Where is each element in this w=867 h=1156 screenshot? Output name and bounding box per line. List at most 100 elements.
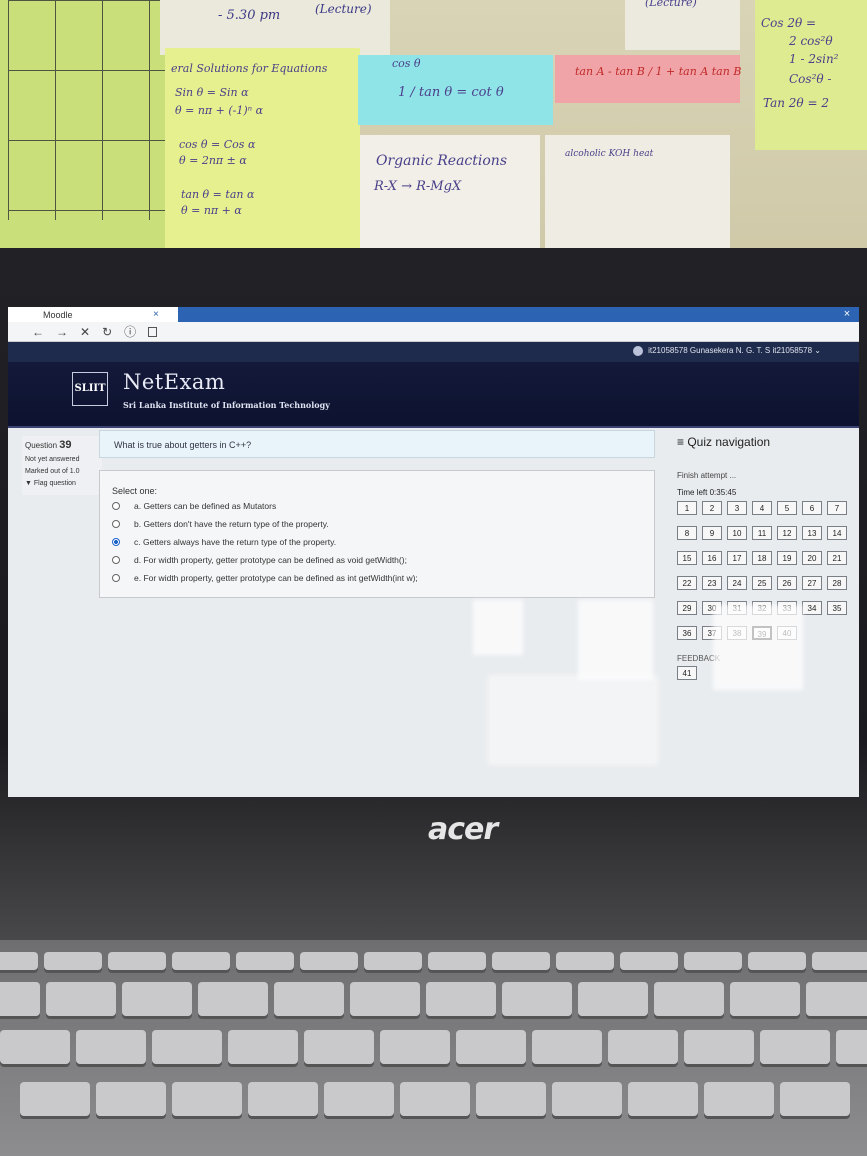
answer-option-a[interactable]: a. Getters can be defined as Mutators <box>112 498 276 513</box>
back-icon[interactable]: ← <box>32 325 44 339</box>
radio-c[interactable] <box>112 537 120 546</box>
quiz-nav-button[interactable]: 29 <box>677 601 697 615</box>
answer-option-c[interactable]: c. Getters always have the return type o… <box>112 534 336 549</box>
quiz-nav-button[interactable]: 28 <box>827 576 847 590</box>
user-menu[interactable]: it21058578 Gunasekera N. G. T. S it21058… <box>632 346 821 356</box>
quiz-nav-button[interactable]: 8 <box>677 526 697 540</box>
quiz-nav-button[interactable]: 11 <box>752 526 772 540</box>
question-label: Question <box>25 441 58 450</box>
note-general-solutions: eral Solutions for Equations Sin θ = Sin… <box>165 48 360 248</box>
quiz-nav-button[interactable]: 22 <box>677 576 697 590</box>
quiz-nav-button[interactable]: 35 <box>827 601 847 615</box>
finish-attempt-link[interactable]: Finish attempt ... <box>677 471 859 480</box>
site-title[interactable]: NetExam <box>123 370 225 394</box>
answer-option-e[interactable]: e. For width property, getter prototype … <box>112 570 418 585</box>
quiz-nav-button[interactable]: 4 <box>752 501 772 515</box>
quiz-nav-button[interactable]: 1 <box>677 501 697 515</box>
quiz-nav-button[interactable]: 25 <box>752 576 772 590</box>
radio-d[interactable] <box>112 555 120 564</box>
quiz-nav-button[interactable]: 24 <box>727 576 747 590</box>
note-cos-2: θ = 2nπ ± α <box>179 154 247 167</box>
quiz-nav-button[interactable]: 34 <box>802 601 822 615</box>
select-one-label: Select one: <box>112 486 158 496</box>
note-cot: cos θ 1 / tan θ = cot θ <box>358 55 553 125</box>
page-icon[interactable] <box>148 326 158 337</box>
wall-background: - 5.30 pm (Lecture) (Lecture) eral Solut… <box>0 0 867 262</box>
note-organic: Organic Reactions R-X → R-MgX <box>360 135 540 250</box>
browser-tab-moodle[interactable]: Moodle × <box>8 307 178 322</box>
question-info-panel: Question 39 Not yet answered Marked out … <box>22 436 102 495</box>
note-right-1: Cos 2θ = <box>761 16 817 30</box>
note-alcoholic-text: alcoholic KOH heat <box>565 149 654 159</box>
quiz-nav-button[interactable]: 36 <box>677 626 697 640</box>
laptop-screen: Moodle × × ← → ✕ ↻ ⓘ it21058578 Gunaseke… <box>8 307 859 797</box>
note-rx: R-X → R-MgX <box>374 179 462 194</box>
quiz-nav-button[interactable]: 14 <box>827 526 847 540</box>
site-banner: SLIIT NetExam Sri Lanka Institute of Inf… <box>8 362 859 428</box>
laptop-brand-logo: acer <box>428 812 498 847</box>
note-cos-1: cos θ = Cos α <box>179 138 256 151</box>
quiz-nav-button[interactable]: 21 <box>827 551 847 565</box>
radio-b[interactable] <box>112 519 120 528</box>
answer-option-d[interactable]: d. For width property, getter prototype … <box>112 552 407 567</box>
quiz-nav-button[interactable]: 18 <box>752 551 772 565</box>
tab-close-icon[interactable]: × <box>153 309 159 320</box>
quiz-nav-button[interactable]: 5 <box>777 501 797 515</box>
note-tan-1: tan θ = tan α <box>181 188 255 201</box>
quiz-nav-button[interactable]: 2 <box>702 501 722 515</box>
question-number: Question 39 <box>25 439 99 451</box>
quiz-nav-button[interactable]: 10 <box>727 526 747 540</box>
feedback-button[interactable]: 41 <box>677 666 697 680</box>
screen-glare <box>473 600 523 655</box>
answer-option-label: b. Getters don't have the return type of… <box>134 518 329 529</box>
user-bar: it21058578 Gunasekera N. G. T. S it21058… <box>8 342 859 362</box>
flag-question-link[interactable]: ▼ Flag question <box>25 480 99 487</box>
quiz-nav-button[interactable]: 16 <box>702 551 722 565</box>
note-lecture-2: (Lecture) <box>625 0 740 50</box>
quiz-navigation-title: ≡ Quiz navigation <box>677 435 771 449</box>
quiz-nav-button[interactable]: 15 <box>677 551 697 565</box>
screen-glare <box>713 605 803 690</box>
quiz-nav-button[interactable]: 12 <box>777 526 797 540</box>
note-cot-line: 1 / tan θ = cot θ <box>398 85 504 100</box>
radio-a[interactable] <box>112 501 120 510</box>
site-subtitle: Sri Lanka Institute of Information Techn… <box>123 400 330 410</box>
window-close-icon[interactable]: × <box>839 308 855 320</box>
quiz-nav-button[interactable]: 19 <box>777 551 797 565</box>
note-sin-1: Sin θ = Sin α <box>175 86 249 99</box>
chevron-down-icon: ⌄ <box>814 346 821 356</box>
key-row-asdf <box>20 1082 850 1116</box>
quiz-nav-button[interactable]: 20 <box>802 551 822 565</box>
forward-icon[interactable]: → <box>56 325 68 339</box>
radio-e[interactable] <box>112 573 120 582</box>
note-right-5: Tan 2θ = 2 <box>763 96 829 110</box>
answer-option-label: d. For width property, getter prototype … <box>134 554 407 565</box>
answer-option-label: e. For width property, getter prototype … <box>134 572 418 583</box>
quiz-nav-button[interactable]: 13 <box>802 526 822 540</box>
user-name: it21058578 Gunasekera N. G. T. S it21058… <box>648 346 813 356</box>
quiz-nav-button[interactable]: 23 <box>702 576 722 590</box>
note-tan-2: θ = nπ + α <box>181 204 242 217</box>
quiz-nav-button[interactable]: 27 <box>802 576 822 590</box>
quiz-nav-button[interactable]: 26 <box>777 576 797 590</box>
quiz-nav-button[interactable]: 3 <box>727 501 747 515</box>
question-number-value: 39 <box>59 439 72 451</box>
note-organic-title: Organic Reactions <box>376 153 508 169</box>
site-info-icon[interactable]: ⓘ <box>124 323 136 340</box>
stop-icon[interactable]: ✕ <box>80 325 90 339</box>
quiz-nav-button[interactable]: 9 <box>702 526 722 540</box>
screen-glare <box>578 600 653 680</box>
question-marks: Marked out of 1.0 <box>25 468 80 475</box>
answer-box: Select one: a. Getters can be defined as… <box>99 470 655 598</box>
quiz-nav-button[interactable]: 6 <box>802 501 822 515</box>
answer-option-b[interactable]: b. Getters don't have the return type of… <box>112 516 329 531</box>
quiz-nav-button[interactable]: 7 <box>827 501 847 515</box>
note-cot-num: cos θ <box>392 57 421 70</box>
note-alcoholic: alcoholic KOH heat <box>545 135 730 250</box>
reload-icon[interactable]: ↻ <box>102 325 112 339</box>
note-right-2: 2 cos²θ <box>789 34 833 48</box>
question-text: What is true about getters in C++? <box>114 440 252 450</box>
tab-label: Moodle <box>43 310 73 320</box>
grid-paper <box>0 0 170 250</box>
quiz-nav-button[interactable]: 17 <box>727 551 747 565</box>
